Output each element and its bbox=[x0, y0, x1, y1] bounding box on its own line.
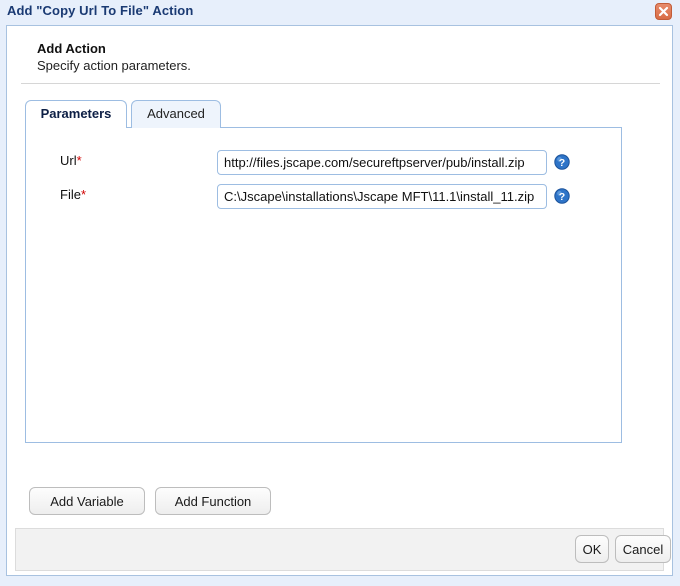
url-label-text: Url bbox=[60, 153, 77, 168]
help-icon[interactable]: ? bbox=[554, 188, 570, 204]
url-field-label: Url* bbox=[60, 153, 82, 168]
add-variable-button[interactable]: Add Variable bbox=[29, 487, 145, 515]
svg-text:?: ? bbox=[559, 191, 565, 203]
url-input[interactable] bbox=[217, 150, 547, 175]
tab-content-panel: Url* ? File* ? bbox=[25, 127, 622, 443]
dialog-header-title: Add Action bbox=[37, 41, 106, 56]
dialog-header-subtitle: Specify action parameters. bbox=[37, 58, 191, 73]
tab-seam bbox=[26, 127, 126, 128]
close-icon[interactable] bbox=[655, 3, 672, 20]
help-icon[interactable]: ? bbox=[554, 154, 570, 170]
window-titlebar: Add "Copy Url To File" Action bbox=[0, 0, 680, 25]
ok-button[interactable]: OK bbox=[575, 535, 609, 563]
tab-advanced[interactable]: Advanced bbox=[131, 100, 221, 128]
file-input[interactable] bbox=[217, 184, 547, 209]
url-required-marker: * bbox=[76, 153, 82, 168]
svg-text:?: ? bbox=[559, 157, 565, 169]
cancel-button[interactable]: Cancel bbox=[615, 535, 671, 563]
add-function-button[interactable]: Add Function bbox=[155, 487, 271, 515]
tab-parameters[interactable]: Parameters bbox=[25, 100, 127, 128]
file-label-text: File bbox=[60, 187, 81, 202]
dialog-header: Add Action Specify action parameters. bbox=[7, 26, 672, 75]
dialog-footer bbox=[15, 528, 664, 571]
dialog-panel: Add Action Specify action parameters. Pa… bbox=[6, 25, 673, 576]
window-title: Add "Copy Url To File" Action bbox=[7, 3, 194, 18]
file-required-marker: * bbox=[80, 187, 87, 202]
header-divider bbox=[21, 83, 660, 84]
file-field-label: File* bbox=[60, 187, 86, 202]
